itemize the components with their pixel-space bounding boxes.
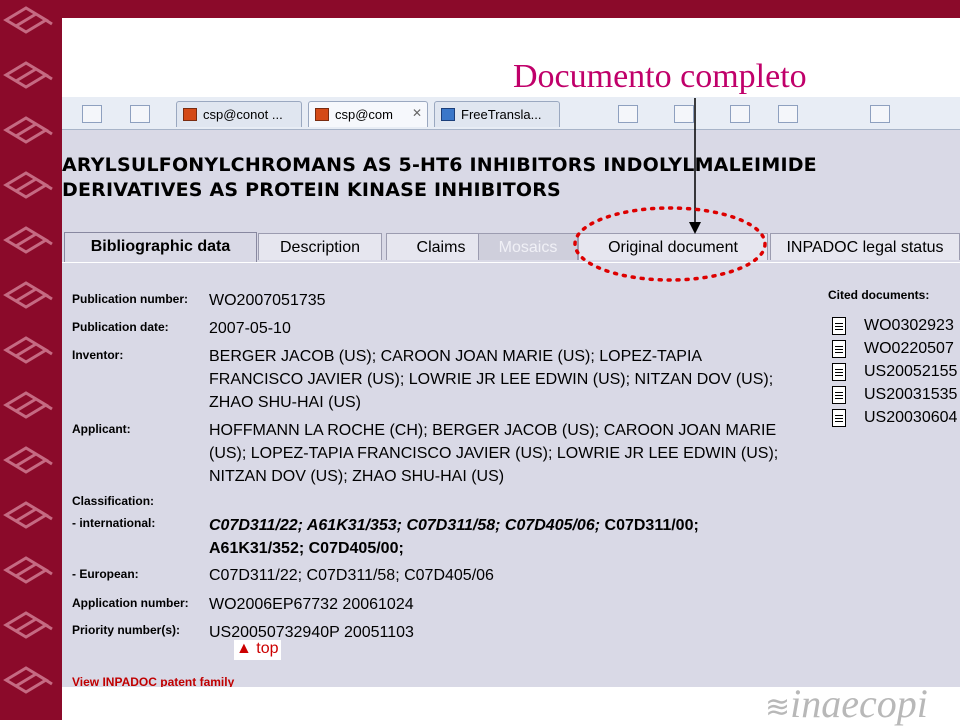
annotation-overlay	[573, 98, 767, 282]
highlight-ellipse	[573, 206, 767, 282]
logo-mark-icon: ≋	[765, 691, 791, 724]
logo-text: inaecopi	[790, 681, 928, 726]
